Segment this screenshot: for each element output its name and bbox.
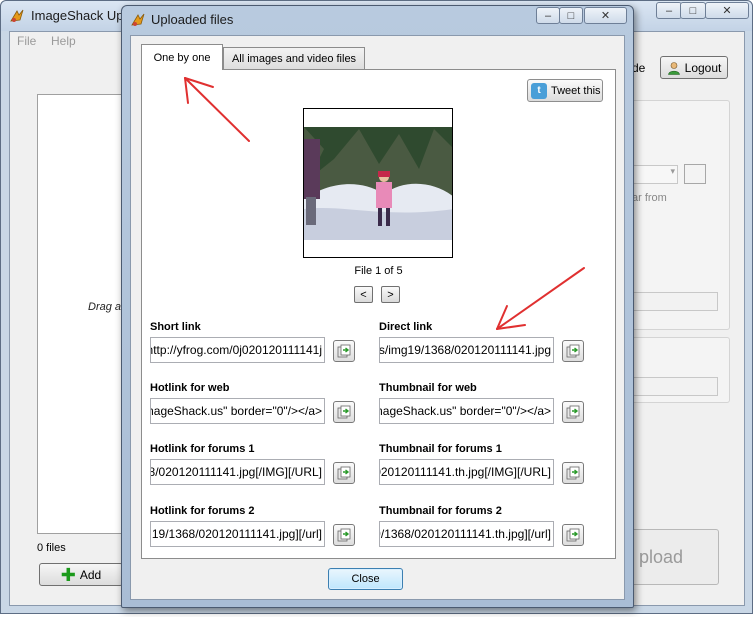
copy-thumbnail-forums2-button[interactable] [562,524,584,546]
dialog-close-button[interactable]: ✕ [584,7,627,24]
copy-thumbnail-forums1-button[interactable] [562,462,584,484]
plus-icon: ✚ [60,564,76,585]
thumbnail-forums1-label: Thumbnail for forums 1 [379,443,502,455]
short-link-field[interactable]: http://yfrog.com/0j020120111141j [150,337,325,363]
copy-to-clipboard-icon [566,344,580,358]
dialog-minimize-button[interactable]: – [536,7,560,24]
direct-link-field[interactable]: http://img19.imageshack.us/img19/1368/02… [379,337,554,363]
copy-to-clipboard-icon [566,466,580,480]
twitter-bird-icon: t [531,82,547,99]
from-label-fragment: ar from [632,192,667,204]
hotlink-forums2-field[interactable]: [url=http://imageshack.us/photo/my-image… [150,521,325,547]
main-minimize-button[interactable]: – [656,2,682,19]
settings-input[interactable] [630,292,718,311]
thumbnail-forums1-field[interactable]: [URL=http://imageshack.us/photo/my-image… [379,459,554,485]
photo-preview [303,108,453,258]
size-select[interactable]: ▾ [630,165,678,184]
short-link-label: Short link [150,321,201,333]
user-icon [667,61,680,75]
copy-to-clipboard-icon [337,528,351,542]
close-button[interactable]: Close [328,568,403,590]
hotlink-forums1-label: Hotlink for forums 1 [150,443,255,455]
add-button-label: Add [79,567,102,582]
dialog-maximize-button[interactable]: □ [559,7,583,24]
menu-help[interactable]: Help [51,34,76,48]
hotlink-forums2-label: Hotlink for forums 2 [150,505,255,517]
main-close-button[interactable]: ✕ [705,2,749,19]
tab-one-by-one[interactable]: One by one [141,44,223,70]
drop-area[interactable]: Drag a [37,94,133,534]
thumbnail-web-label: Thumbnail for web [379,382,477,394]
one-by-one-panel: t Tweet this File 1 of 5 < > Short link … [141,69,616,559]
copy-to-clipboard-icon [337,405,351,419]
tab-all-images[interactable]: All images and video files [223,47,365,69]
dialog-client-area: One by one All images and video files t … [130,35,625,600]
logout-button[interactable]: Logout [660,56,728,79]
tags-input[interactable] [630,377,718,396]
hotlink-forums1-field[interactable]: [URL=http://imageshack.us/photo/my-image… [150,459,325,485]
thumbnail-web-field[interactable]: <a href="http://imageshack.us/photo/my-i… [379,398,554,424]
photo-thumbnail-image [304,109,452,257]
copy-short-link-button[interactable] [333,340,355,362]
copy-direct-link-button[interactable] [562,340,584,362]
next-file-button[interactable]: > [381,286,400,303]
main-maximize-button[interactable]: □ [680,2,706,19]
copy-hotlink-web-button[interactable] [333,401,355,423]
add-button[interactable]: ✚ Add [39,563,123,586]
main-window-title: ImageShack Uplo [31,8,134,23]
thumbnail-forums2-label: Thumbnail for forums 2 [379,505,502,517]
drop-hint-text: Drag a [88,301,122,313]
copy-to-clipboard-icon [566,405,580,419]
imageshack-logo-icon [10,9,24,22]
uploaded-files-dialog: Uploaded files – □ ✕ One by one All imag… [121,5,634,608]
copy-hotlink-forums2-button[interactable] [333,524,355,546]
previous-file-button[interactable]: < [354,286,373,303]
thumbnail-forums2-field[interactable]: [url=http://imageshack.us/photo/my-image… [379,521,554,547]
upload-button[interactable]: pload [622,529,719,585]
direct-link-label: Direct link [379,321,433,333]
imageshack-logo-icon [131,13,145,26]
list-icon[interactable] [684,164,706,184]
copy-to-clipboard-icon [337,344,351,358]
dialog-title: Uploaded files [151,12,234,27]
hotlink-web-field[interactable]: <a href="http://imageshack.us/photo/my-i… [150,398,325,424]
copy-to-clipboard-icon [566,528,580,542]
logout-label: Logout [684,60,722,75]
guide-link-fragment[interactable]: de [632,61,645,75]
files-count: 0 files [37,542,66,554]
file-counter: File 1 of 5 [354,265,403,277]
tweet-button[interactable]: t Tweet this [527,79,603,102]
tweet-label: Tweet this [551,84,601,97]
copy-hotlink-forums1-button[interactable] [333,462,355,484]
hotlink-web-label: Hotlink for web [150,382,230,394]
copy-thumbnail-web-button[interactable] [562,401,584,423]
menu-file[interactable]: File [17,34,36,48]
copy-to-clipboard-icon [337,466,351,480]
